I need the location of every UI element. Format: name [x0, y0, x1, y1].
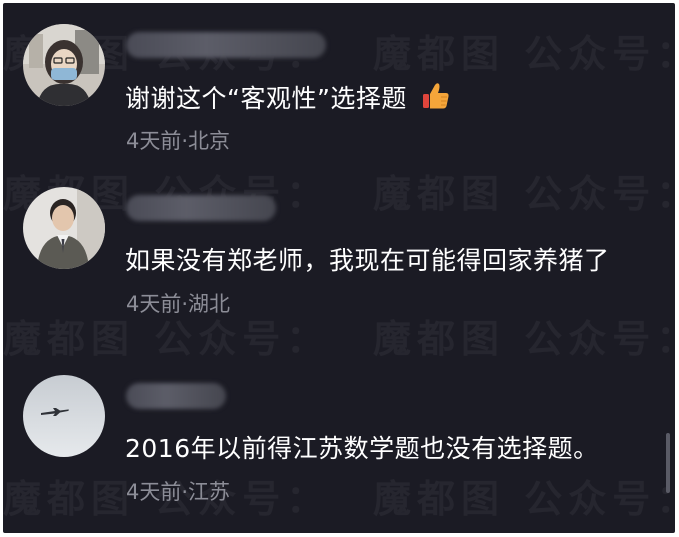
avatar[interactable]	[23, 375, 105, 457]
avatar[interactable]	[23, 187, 105, 269]
username-blurred[interactable]	[126, 383, 226, 409]
comment-meta: 4天前·北京	[126, 129, 231, 153]
comment-meta: 4天前·湖北	[126, 292, 231, 316]
comment-item[interactable]: 2016年以前得江苏数学题也没有选择题。 4天前·江苏	[3, 375, 675, 515]
thumbs-up-icon	[421, 81, 451, 120]
avatar[interactable]	[23, 24, 105, 106]
comment-list: 魔都图 公众号： 魔都图 公众号： 魔都图 公众号： 魔都图 公众号： 魔都图 …	[3, 3, 675, 533]
comment-meta: 4天前·江苏	[126, 480, 231, 504]
comment-item[interactable]: 谢谢这个“客观性”选择题 4天前·北京	[3, 24, 675, 164]
scrollbar[interactable]	[666, 433, 670, 493]
comment-item[interactable]: 如果没有郑老师，我现在可能得回家养猪了 4天前·湖北	[3, 187, 675, 327]
comment-text: 如果没有郑老师，我现在可能得回家养猪了	[125, 246, 610, 275]
comment-text-content: 谢谢这个“客观性”选择题	[125, 84, 407, 113]
username-blurred[interactable]	[126, 32, 326, 58]
comment-text: 2016年以前得江苏数学题也没有选择题。	[125, 434, 599, 463]
comment-text: 谢谢这个“客观性”选择题	[125, 81, 451, 120]
username-blurred[interactable]	[126, 195, 276, 221]
